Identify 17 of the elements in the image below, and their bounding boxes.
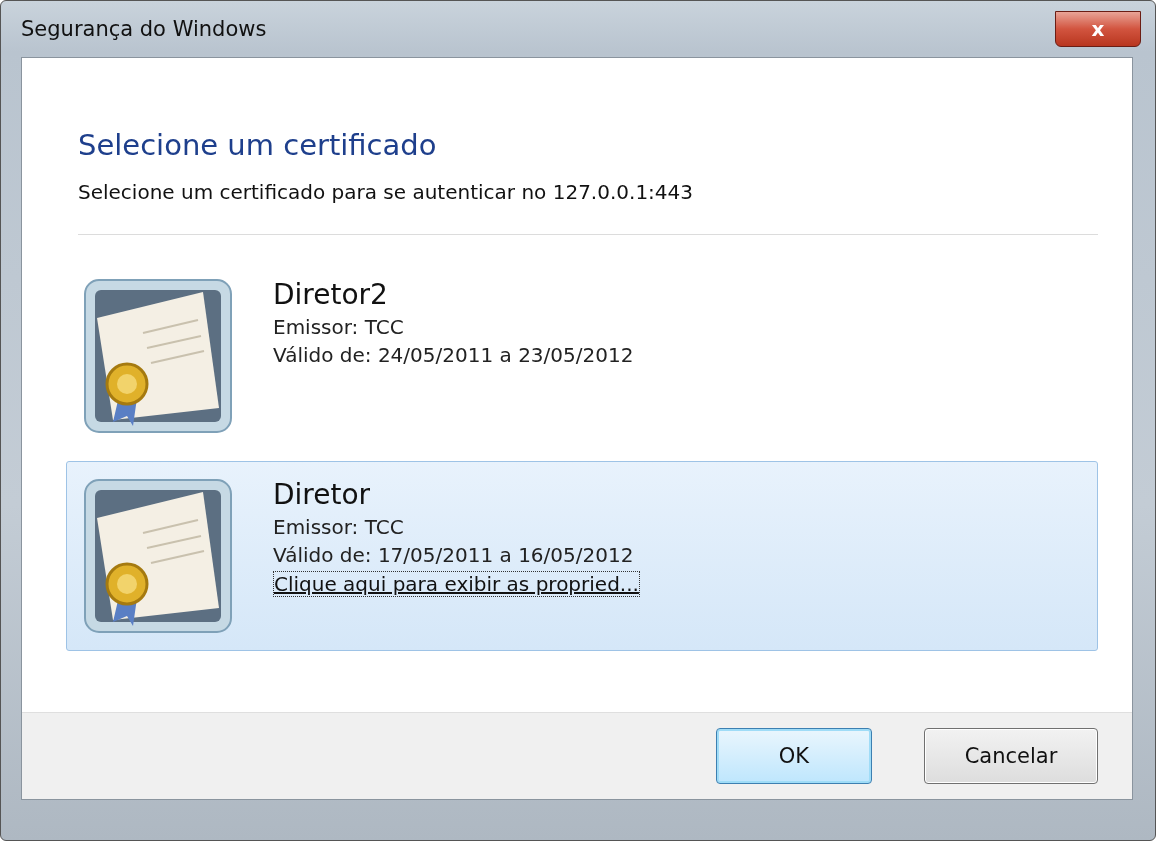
certificate-icon <box>83 278 233 434</box>
certificate-name: Diretor <box>273 478 372 511</box>
certificate-name: Diretor2 <box>273 278 389 311</box>
dialog-heading: Selecione um certificado <box>78 128 438 162</box>
certificate-icon <box>83 478 233 634</box>
certificate-validity: Válido de: 17/05/2011 a 16/05/2012 <box>273 543 635 567</box>
ok-button[interactable]: OK <box>716 728 872 784</box>
close-button[interactable]: x <box>1055 11 1141 47</box>
properties-link[interactable]: Clique aqui para exibir as propried... <box>273 571 640 597</box>
window-title: Segurança do Windows <box>21 17 267 41</box>
dialog-description: Selecione um certificado para se autenticar no 127.0.0.1:443 <box>78 180 695 204</box>
certificate-issuer: Emissor: TCC <box>273 515 405 539</box>
certificate-item[interactable]: Diretor Emissor: TCC Válido de: 17/05/2011 a 16/05/2012 Clique aqui para exibir as propried... <box>66 461 1098 651</box>
cancel-button[interactable]: Cancelar <box>924 728 1098 784</box>
certificate-item[interactable]: Diretor2 Emissor: TCC Válido de: 24/05/2011 a 23/05/2012 <box>66 261 1098 451</box>
certificate-issuer: Emissor: TCC <box>273 315 405 339</box>
certificate-validity: Válido de: 24/05/2011 a 23/05/2012 <box>273 343 634 367</box>
